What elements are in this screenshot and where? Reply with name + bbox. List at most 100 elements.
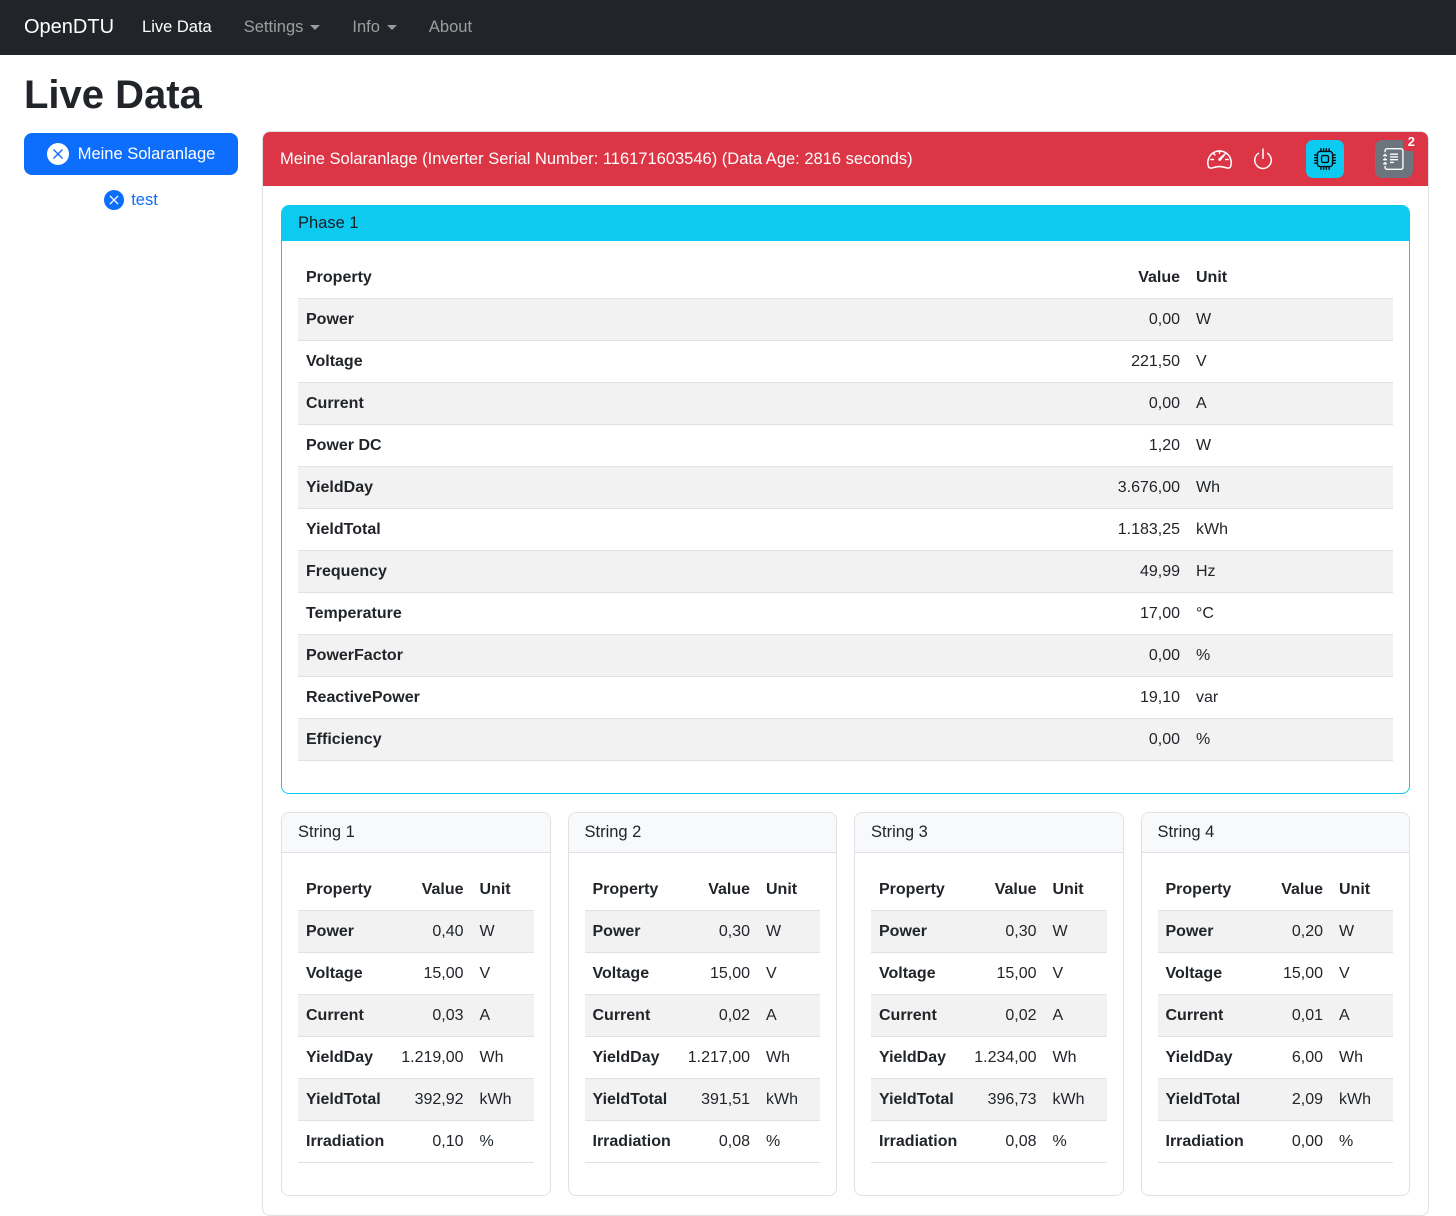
table-row: Frequency49,99Hz — [298, 551, 1393, 593]
string-card-body: Property Value Unit Power0,40WVoltage15,… — [282, 853, 550, 1195]
property-unit: kWh — [472, 1079, 534, 1121]
property-value: 15,00 — [666, 953, 758, 995]
nav-item-label: About — [429, 18, 472, 37]
property-label: YieldTotal — [585, 1079, 667, 1121]
string-card-title: String 1 — [282, 813, 550, 853]
property-label: Efficiency — [298, 719, 1058, 761]
event-count-badge: 2 — [1403, 132, 1420, 151]
property-value: 0,40 — [380, 911, 472, 953]
nav-item-label: Live Data — [142, 18, 212, 37]
event-log-button[interactable]: 2 — [1375, 140, 1413, 178]
property-unit: % — [1188, 719, 1393, 761]
property-value: 391,51 — [666, 1079, 758, 1121]
table-row: Current0,02A — [871, 995, 1107, 1037]
x-circle-icon — [104, 190, 124, 210]
property-label: YieldDay — [585, 1037, 667, 1079]
table-row: YieldTotal392,92kWh — [298, 1079, 534, 1121]
string-card-3: String 3 Property Value Unit — [854, 812, 1124, 1196]
table-header-row: Property Value Unit — [1158, 869, 1394, 911]
device-info-button[interactable] — [1306, 140, 1344, 178]
nav-item-settings[interactable]: Settings — [244, 10, 321, 45]
nav-item-info[interactable]: Info — [352, 10, 397, 45]
property-value: 0,00 — [1058, 635, 1188, 677]
inverter-button-meine-solaranlage[interactable]: Meine Solaranlage — [24, 133, 238, 175]
table-row: Power0,20W — [1158, 911, 1394, 953]
property-label: Irradiation — [871, 1121, 953, 1163]
string-card-title: String 3 — [855, 813, 1123, 853]
property-unit: kWh — [1188, 509, 1393, 551]
property-label: Voltage — [298, 341, 1058, 383]
property-unit: °C — [1188, 593, 1393, 635]
property-value: 1.183,25 — [1058, 509, 1188, 551]
property-label: Voltage — [298, 953, 380, 995]
table-row: Temperature17,00°C — [298, 593, 1393, 635]
property-unit: % — [1045, 1121, 1107, 1163]
property-label: Voltage — [585, 953, 667, 995]
table-row: Irradiation0,10% — [298, 1121, 534, 1163]
power-toggle-button[interactable] — [1251, 147, 1275, 171]
property-label: ReactivePower — [298, 677, 1058, 719]
property-unit: kWh — [758, 1079, 820, 1121]
table-row: YieldTotal391,51kWh — [585, 1079, 821, 1121]
inverter-button-label: Meine Solaranlage — [78, 145, 216, 164]
column-header-value: Value — [953, 869, 1045, 911]
phase-card-body: Property Value Unit Power0,00WVoltage221… — [282, 241, 1409, 793]
property-label: Power — [585, 911, 667, 953]
table-row: Current0,00A — [298, 383, 1393, 425]
app-brand[interactable]: OpenDTU — [24, 16, 114, 39]
property-label: YieldDay — [298, 467, 1058, 509]
property-label: Voltage — [871, 953, 953, 995]
inverter-panel-title: Meine Solaranlage (Inverter Serial Numbe… — [280, 150, 1207, 169]
table-row: Power0,30W — [871, 911, 1107, 953]
property-unit: W — [472, 911, 534, 953]
property-unit: % — [1188, 635, 1393, 677]
table-row: Voltage15,00V — [871, 953, 1107, 995]
string-card-body: Property Value Unit Power0,30WVoltage15,… — [855, 853, 1123, 1195]
nav-item-live-data[interactable]: Live Data — [142, 10, 212, 45]
inverter-link-test[interactable]: test — [24, 190, 238, 210]
property-value: 396,73 — [953, 1079, 1045, 1121]
property-label: Temperature — [298, 593, 1058, 635]
main-nav: Live Data Settings Info About — [142, 10, 504, 45]
property-unit: Hz — [1188, 551, 1393, 593]
property-value: 15,00 — [1239, 953, 1331, 995]
table-row: Power0,00W — [298, 299, 1393, 341]
property-unit: W — [1045, 911, 1107, 953]
inverter-panel: Meine Solaranlage (Inverter Serial Numbe… — [262, 131, 1429, 1216]
x-circle-icon — [47, 143, 69, 165]
table-row: Irradiation0,00% — [1158, 1121, 1394, 1163]
property-unit: A — [758, 995, 820, 1037]
inverter-selector: Meine Solaranlage test — [24, 131, 238, 210]
property-value: 0,02 — [666, 995, 758, 1037]
table-row: YieldDay1.219,00Wh — [298, 1037, 534, 1079]
column-header-property: Property — [585, 869, 667, 911]
property-label: YieldDay — [298, 1037, 380, 1079]
content-layout: Meine Solaranlage test Meine Solaranlage… — [0, 131, 1456, 1216]
table-row: Voltage15,00V — [585, 953, 821, 995]
limit-settings-button[interactable] — [1207, 147, 1232, 172]
property-value: 2,09 — [1239, 1079, 1331, 1121]
column-header-value: Value — [380, 869, 472, 911]
property-unit: A — [1331, 995, 1393, 1037]
chevron-down-icon — [310, 25, 320, 30]
nav-item-about[interactable]: About — [429, 10, 472, 45]
inverter-toolbar: 2 — [1207, 140, 1413, 178]
property-label: Voltage — [1158, 953, 1240, 995]
property-value: 0,08 — [953, 1121, 1045, 1163]
column-header-unit: Unit — [1188, 257, 1393, 299]
page-title: Live Data — [24, 71, 1456, 119]
string-card-title: String 4 — [1142, 813, 1410, 853]
property-unit: V — [1188, 341, 1393, 383]
property-value: 1.217,00 — [666, 1037, 758, 1079]
property-value: 0,10 — [380, 1121, 472, 1163]
property-unit: Wh — [1331, 1037, 1393, 1079]
table-row: Power0,40W — [298, 911, 534, 953]
chevron-down-icon — [387, 25, 397, 30]
column-header-property: Property — [1158, 869, 1240, 911]
table-row: YieldDay6,00Wh — [1158, 1037, 1394, 1079]
table-row: Efficiency0,00% — [298, 719, 1393, 761]
property-label: Frequency — [298, 551, 1058, 593]
property-unit: % — [758, 1121, 820, 1163]
property-label: YieldTotal — [298, 1079, 380, 1121]
table-row: PowerFactor0,00% — [298, 635, 1393, 677]
